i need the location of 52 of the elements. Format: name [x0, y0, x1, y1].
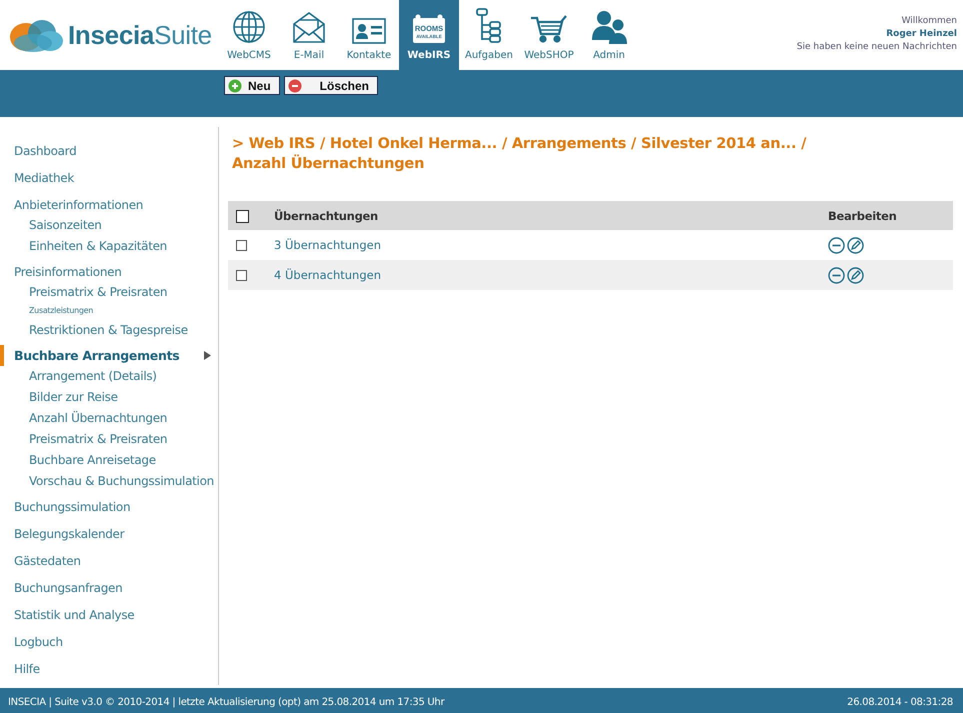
sidebar-item[interactable]: Logbuch: [0, 628, 218, 655]
row-link[interactable]: 4 Übernachtungen: [274, 268, 381, 282]
messages-text: Sie haben keine neuen Nachrichten: [796, 41, 957, 54]
sidebar-item[interactable]: Belegungskalender: [0, 520, 218, 547]
nav-tab[interactable]: WebSHOP: [519, 0, 579, 70]
sidebar-subitem[interactable]: Buchbare Anreisetage: [0, 449, 218, 470]
user-name: Roger Heinzel: [885, 28, 957, 41]
logo-text: InseciaSuite: [68, 20, 212, 50]
remove-icon[interactable]: [828, 266, 845, 284]
sidebar-subitem[interactable]: Restriktionen & Tagespreise: [0, 319, 218, 340]
select-all-checkbox[interactable]: [236, 210, 249, 223]
breadcrumb: > Web IRS / Hotel Onkel Herma... / Arrangements / Silvester 2014 an... / Anzahl Übernachtungen: [232, 135, 808, 174]
plus-circle-icon: [228, 78, 242, 92]
column-header: Bearbeiten: [827, 201, 953, 230]
greeting-text: Willkommen: [900, 15, 957, 28]
envelope-icon: [292, 10, 326, 44]
minus-circle-icon: [288, 78, 302, 92]
sidebar-item[interactable]: Mediathek: [0, 164, 218, 191]
delete-button[interactable]: Löschen: [284, 76, 378, 95]
edit-icon[interactable]: [847, 266, 864, 284]
nav-tab[interactable]: Admin: [579, 0, 639, 70]
nav-tab[interactable]: E-Mail: [279, 0, 339, 70]
sidebar-item[interactable]: Buchungssimulation: [0, 493, 218, 520]
expand-arrow-icon: [204, 351, 211, 360]
contact-card-icon: [352, 18, 386, 44]
row-checkbox[interactable]: [236, 240, 247, 252]
users-icon: [591, 10, 627, 44]
sidebar-subitem[interactable]: Vorschau & Buchungssimulation: [0, 470, 218, 491]
sidebar-item[interactable]: Statistik und Analyse: [0, 601, 218, 628]
remove-icon[interactable]: [828, 236, 845, 254]
edit-icon[interactable]: [847, 236, 864, 254]
row-checkbox[interactable]: [236, 270, 247, 282]
nav-tab[interactable]: WebCMS: [219, 0, 279, 70]
sidebar-subitem[interactable]: Anzahl Übernachtungen: [0, 407, 218, 428]
sidebar-item[interactable]: Buchungsanfragen: [0, 574, 218, 601]
sidebar-item[interactable]: Hilfe: [0, 655, 218, 682]
timestamp: 26.08.2014 - 08:31:28: [847, 697, 953, 708]
nav-tab[interactable]: Aufgaben: [459, 0, 519, 70]
globe-icon: [232, 10, 266, 44]
sidebar-item[interactable]: Gästedaten: [0, 547, 218, 574]
footer-text: INSECIA | Suite v3.0 © 2010-2014 | letzte Aktualisierung (opt) am 25.08.2014 um 17:35 Uhr: [8, 697, 444, 708]
nav-tab[interactable]: Kontakte: [339, 0, 399, 70]
sidebar-subitem[interactable]: Preismatrix & Preisraten: [0, 428, 218, 449]
sidebar-subitem[interactable]: Zusatzleistungen: [0, 302, 218, 319]
sidebar-subitem[interactable]: Einheiten & Kapazitäten: [0, 235, 218, 256]
new-button[interactable]: Neu: [224, 76, 280, 95]
sidebar-item[interactable]: Dashboard: [0, 137, 218, 164]
sidebar-subitem[interactable]: Bilder zur Reise: [0, 386, 218, 407]
hierarchy-icon: [475, 8, 503, 44]
cart-icon: [530, 14, 568, 44]
column-header: Übernachtungen: [273, 201, 827, 230]
row-link[interactable]: 3 Übernachtungen: [274, 238, 381, 252]
